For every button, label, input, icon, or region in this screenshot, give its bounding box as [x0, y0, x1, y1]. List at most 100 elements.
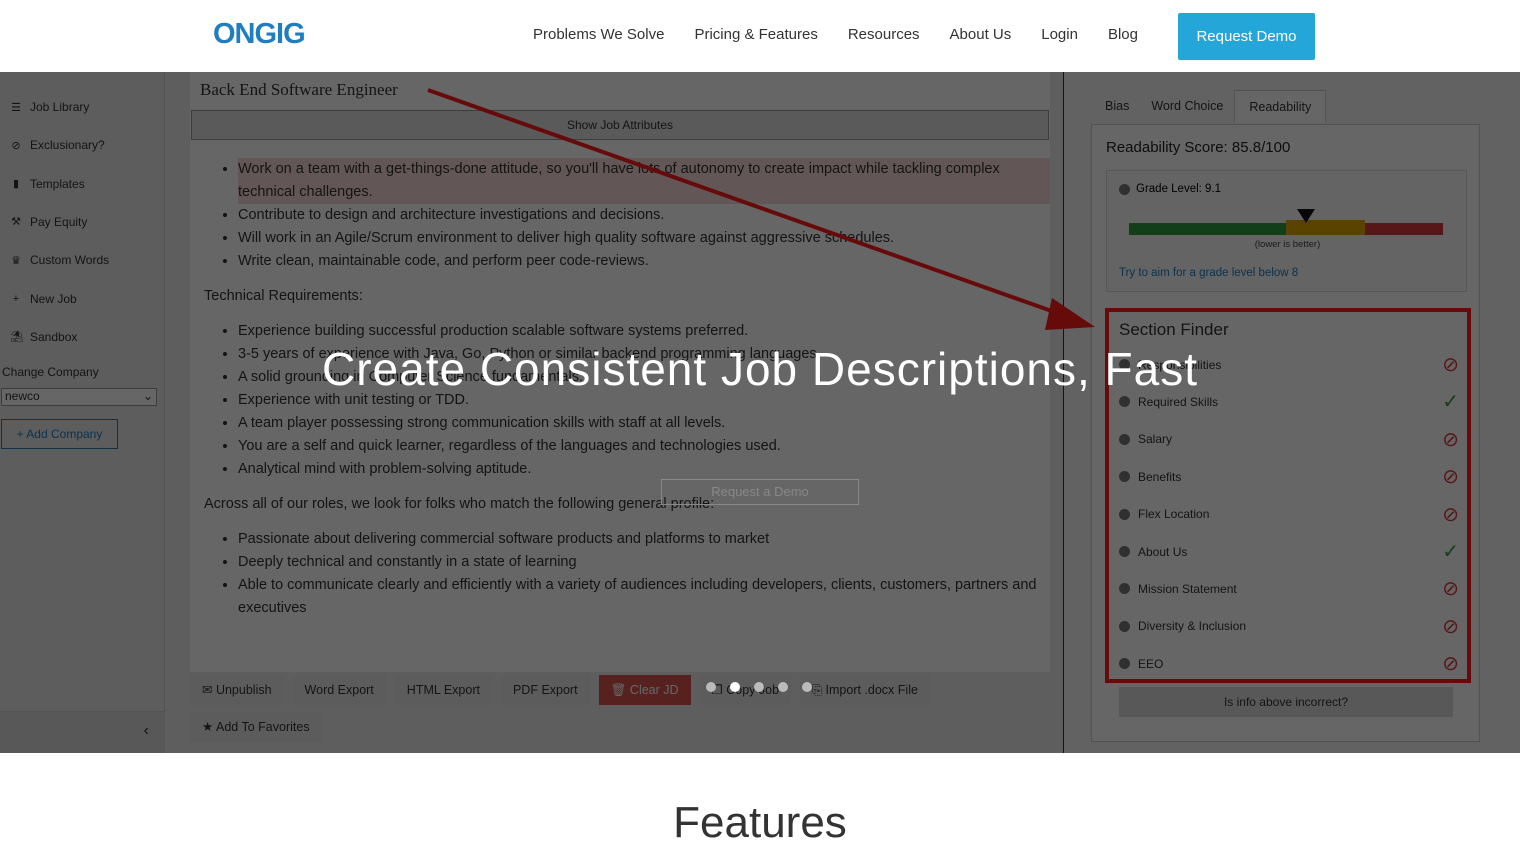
features-heading: Features: [673, 798, 847, 847]
company-select[interactable]: newco ⌄: [1, 388, 157, 406]
nav-link[interactable]: Problems We Solve: [533, 26, 664, 43]
nav-link[interactable]: Login: [1041, 26, 1078, 43]
grade-tip: Try to aim for a grade level below 8: [1119, 267, 1299, 279]
nav-link[interactable]: Pricing & Features: [694, 26, 817, 43]
section-row: Diversity & Inclusion ⊘: [1119, 614, 1459, 639]
ban-icon: ⊘: [11, 139, 21, 152]
change-company-label: Change Company: [2, 365, 99, 379]
file-icon: ▮: [12, 178, 20, 191]
grade-marker-icon: [1297, 209, 1315, 223]
list-item: Experience building successful productio…: [238, 320, 1050, 343]
hero-request-demo-button[interactable]: Request a Demo: [661, 479, 859, 505]
sidebar-item[interactable]: ⚒ Pay Equity: [10, 215, 87, 229]
sidebar-item-label: Exclusionary?: [30, 138, 105, 153]
slider-dot[interactable]: [778, 682, 788, 692]
toolbar-button[interactable]: 🗑 Clear JD: [598, 675, 691, 705]
hero-slider: ☰ Job Library ⊘ Exclusionary? ▮ Templates ⚒ Pay…: [0, 72, 1520, 753]
sandbox-icon: ⛱: [10, 331, 24, 344]
meter-good: [1129, 223, 1286, 235]
section-row: Mission Statement ⊘: [1119, 576, 1459, 601]
readability-panel: Readability Score: 85.8/100 Grade Level:…: [1091, 124, 1480, 742]
grade-level: Grade Level: 9.1: [1136, 183, 1222, 195]
toolbar-button[interactable]: ★ Add To Favorites: [190, 712, 322, 742]
add-company-button[interactable]: + Add Company: [1, 419, 118, 449]
list-item: Will work in an Agile/Scrum environment …: [238, 227, 1050, 250]
ban-icon: ⊘: [1442, 615, 1459, 638]
sidebar-item-label: Sandbox: [30, 329, 78, 344]
ongig-logo[interactable]: ONGIG: [213, 18, 306, 51]
sidebar-item[interactable]: ♛ Custom Words: [10, 253, 109, 267]
list-item: Experience with unit testing or TDD.: [238, 389, 1050, 412]
grade-level-box: Grade Level: 9.1 (lower is better) Try t…: [1106, 170, 1467, 292]
toolbar-button[interactable]: ⎘ Import .docx File: [800, 675, 930, 705]
slider-dot[interactable]: [706, 682, 716, 692]
nav-link[interactable]: Resources: [848, 26, 920, 43]
slider-dot[interactable]: [802, 682, 812, 692]
company-value: newco: [5, 389, 40, 403]
app-screenshot: ☰ Job Library ⊘ Exclusionary? ▮ Templates ⚒ Pay…: [0, 72, 1520, 753]
report-incorrect-button[interactable]: Is info above incorrect?: [1119, 687, 1453, 717]
job-editor[interactable]: Back End Software Engineer Show Job Attr…: [190, 72, 1050, 672]
section-label: About Us: [1138, 544, 1188, 559]
nav-link[interactable]: About Us: [950, 26, 1012, 43]
list-item: Contribute to design and architecture in…: [238, 204, 1050, 227]
collapse-sidebar-button[interactable]: ‹: [0, 711, 165, 753]
slider-dot[interactable]: [754, 682, 764, 692]
section-label: Responsibilities: [1138, 357, 1222, 372]
help-icon: [1119, 583, 1130, 595]
grade-note: (lower is better): [1254, 239, 1321, 250]
button-label: Import .docx File: [825, 683, 918, 697]
section-row: Flex Location ⊘: [1119, 502, 1459, 527]
ban-icon: ⊘: [1442, 503, 1459, 526]
toolbar-button[interactable]: PDF Export: [500, 675, 590, 705]
nav-menu: Problems We Solve Pricing & Features Resou…: [533, 26, 1138, 43]
toolbar-button[interactable]: ✉ Unpublish: [190, 675, 284, 705]
section-label: Salary: [1138, 432, 1173, 447]
grade-meter: [1129, 220, 1443, 235]
chevron-left-icon: ‹: [143, 722, 149, 739]
tab[interactable]: Readability: [1234, 90, 1327, 123]
section-label: Mission Statement: [1138, 581, 1237, 596]
sidebar-item[interactable]: ☰ Job Library: [10, 100, 89, 114]
help-icon: [1119, 359, 1130, 370]
info-icon: [1119, 183, 1130, 195]
sidebar-item[interactable]: + New Job: [10, 292, 77, 306]
ban-icon: ⊘: [1442, 466, 1459, 489]
sidebar-item[interactable]: ▮ Templates: [10, 177, 85, 191]
button-label: Unpublish: [215, 683, 272, 697]
section-row: Salary ⊘: [1119, 427, 1459, 452]
tab[interactable]: Bias: [1094, 90, 1140, 123]
job-description-body[interactable]: Work on a team with a get-things-done at…: [204, 158, 1050, 620]
section-label: Required Skills: [1138, 394, 1219, 409]
ban-icon: ⊘: [1442, 428, 1459, 451]
button-label: Add To Favorites: [216, 720, 310, 734]
editor-toolbar: ✉ Unpublish Word Export HTML Export PDF Exp…: [190, 675, 930, 742]
button-label: Clear JD: [629, 683, 679, 697]
toolbar-button[interactable]: Word Export: [292, 675, 386, 705]
nav-link[interactable]: Blog: [1108, 26, 1138, 43]
sidebar-item-label: Job Library: [30, 100, 90, 114]
star-icon: ★: [202, 720, 216, 734]
toolbar-button[interactable]: HTML Export: [394, 675, 492, 705]
list-item: A solid grounding in Computer Science fu…: [238, 366, 1050, 389]
show-job-attributes-button[interactable]: Show Job Attributes: [191, 110, 1049, 140]
help-icon: [1119, 508, 1130, 520]
list-item: Analytical mind with problem-solving apt…: [238, 458, 1050, 481]
list-icon: ☰: [11, 101, 21, 114]
trash-icon: 🗑: [610, 683, 630, 697]
section-label: Diversity & Inclusion: [1138, 619, 1247, 634]
slider-dot[interactable]: [730, 682, 740, 692]
job-title: Back End Software Engineer: [200, 80, 398, 99]
section-row: Responsibilities ⊘: [1119, 352, 1459, 377]
sidebar-item-label: Templates: [30, 176, 85, 191]
sidebar-item[interactable]: ⛱ Sandbox: [10, 330, 77, 344]
sidebar-item[interactable]: ⊘ Exclusionary?: [10, 138, 105, 153]
tab[interactable]: Word Choice: [1140, 90, 1234, 123]
help-icon: [1119, 658, 1130, 670]
sidebar-item-label: Custom Words: [30, 253, 110, 268]
check-icon: ✓: [1442, 541, 1459, 563]
list-item: Write clean, maintainable code, and perf…: [238, 250, 1050, 273]
list-item: 3-5 years of experience with Java, Go, P…: [238, 343, 1050, 366]
list-item: You are a self and quick learner, regard…: [238, 435, 1050, 458]
request-demo-button[interactable]: Request Demo: [1178, 13, 1315, 60]
